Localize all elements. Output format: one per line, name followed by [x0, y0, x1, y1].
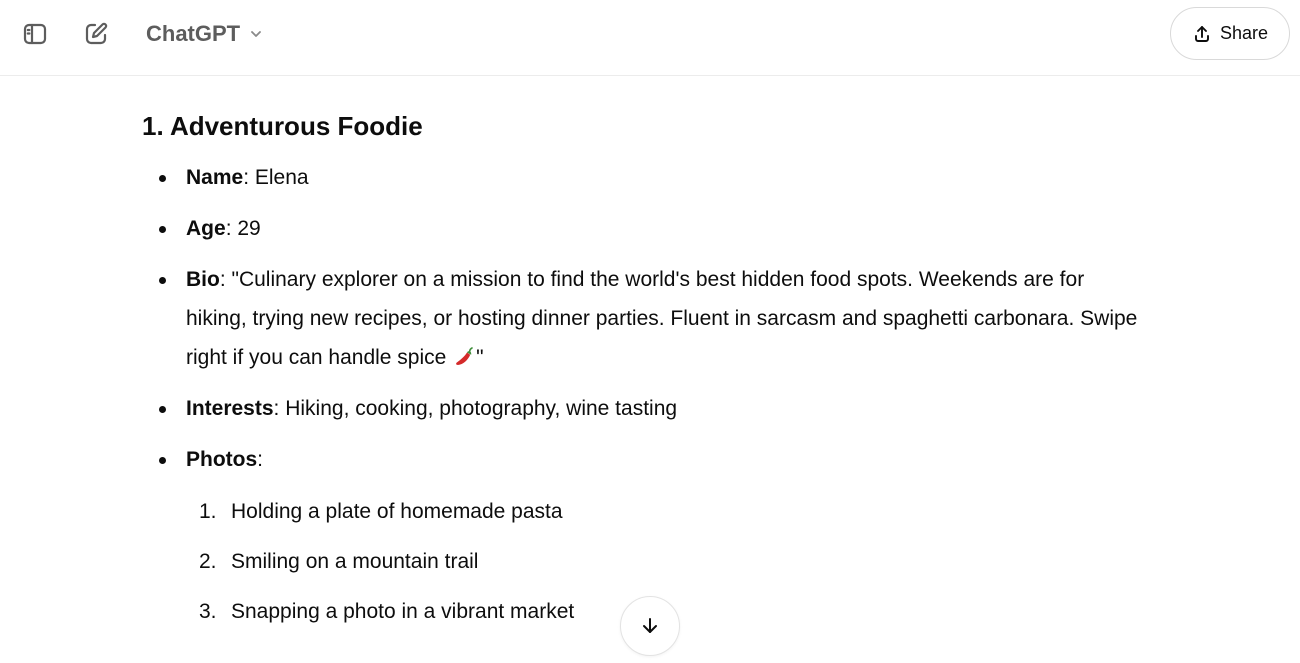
- name-label: Name: [186, 166, 244, 189]
- bio-value: : "Culinary explorer on a mission to fin…: [186, 268, 1138, 369]
- photo-number: 1.: [199, 500, 217, 523]
- model-name: ChatGPT: [146, 21, 241, 46]
- photo-item: 2. Smiling on a mountain trail: [142, 543, 1142, 581]
- bio-label: Bio: [186, 268, 220, 291]
- section-heading: 1. Adventurous Foodie: [142, 111, 423, 141]
- list-item-interests: Interests: Hiking, cooking, photography,…: [142, 389, 1142, 428]
- top-bar: ChatGPT Share: [0, 0, 1300, 76]
- chevron-down-icon: [251, 31, 262, 37]
- share-label: Share: [1219, 23, 1269, 43]
- new-chat-icon: [85, 22, 108, 45]
- hot-pepper-icon: [456, 347, 473, 365]
- photo-item: 1. Holding a plate of homemade pasta: [142, 493, 1142, 531]
- sidebar-toggle-icon: [23, 23, 47, 45]
- list-item-bio: Bio: "Culinary explorer on a mission to …: [142, 260, 1142, 377]
- age-label: Age: [186, 217, 226, 240]
- interests-label: Interests: [186, 397, 274, 420]
- list-item-age: Age: 29: [142, 209, 1142, 248]
- assistant-message: 1. Adventurous Foodie Name: Elena Age: 2…: [142, 108, 1142, 643]
- profile-list: Name: Elena Age: 29 Bio: "Culinary explo…: [142, 158, 1142, 631]
- photo-text: Smiling on a mountain trail: [231, 550, 479, 573]
- new-chat-button[interactable]: [76, 14, 116, 54]
- name-value: : Elena: [243, 166, 309, 189]
- model-selector[interactable]: ChatGPT: [136, 14, 274, 54]
- photos-suffix: :: [257, 448, 264, 471]
- list-item-name: Name: Elena: [142, 158, 1142, 197]
- scroll-to-bottom-button[interactable]: [620, 596, 680, 656]
- photo-text: Holding a plate of homemade pasta: [231, 500, 563, 523]
- photo-number: 2.: [199, 550, 217, 573]
- share-icon: [1195, 25, 1209, 42]
- share-button[interactable]: Share: [1170, 7, 1290, 60]
- sidebar-toggle-button[interactable]: [15, 14, 55, 54]
- bio-end: ": [476, 346, 484, 369]
- arrow-down-icon: [643, 618, 657, 633]
- photo-text: Snapping a photo in a vibrant market: [231, 600, 575, 623]
- photo-number: 3.: [199, 600, 217, 623]
- photos-label: Photos: [186, 448, 258, 471]
- age-value: : 29: [225, 217, 261, 240]
- interests-value: : Hiking, cooking, photography, wine tas…: [273, 397, 678, 420]
